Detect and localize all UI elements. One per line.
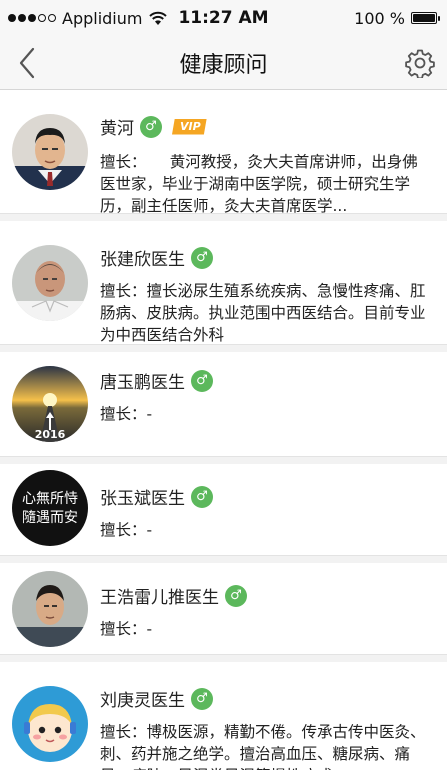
male-gender-icon: ♂ xyxy=(191,369,213,392)
doctor-card[interactable]: 王浩雷儿推医生 ♂ 擅长：- xyxy=(0,563,447,655)
male-gender-icon: ♂ xyxy=(191,687,213,710)
doctor-name-row: 张建欣医生 ♂ xyxy=(100,245,433,270)
male-gender-icon: ♂ xyxy=(191,485,213,508)
wifi-icon xyxy=(149,11,168,25)
battery-icon xyxy=(411,12,440,24)
doctor-name: 唐玉鹏医生 xyxy=(100,373,185,393)
doctor-avatar xyxy=(12,245,88,321)
status-left: Applidium xyxy=(8,9,168,28)
specialty-label: 擅长： xyxy=(100,405,147,423)
doctor-specialty: 擅长：博极医源，精勤不倦。传承古传中医灸、刺、药并施之绝学。擅治高血压、糖尿病、… xyxy=(100,721,433,770)
doctor-info: 王浩雷儿推医生 ♂ 擅长：- xyxy=(100,571,447,654)
specialty-text: 擅长泌尿生殖系统疾病、急慢性疼痛、肛肠病、皮肤病。执业范围中西医结合。目前专业为… xyxy=(100,282,426,344)
chevron-left-icon xyxy=(19,47,35,78)
battery-percentage: 100 % xyxy=(354,8,405,28)
specialty-label: 擅长： xyxy=(100,723,147,741)
doctor-name: 王浩雷儿推医生 xyxy=(100,588,219,608)
specialty-text: - xyxy=(146,620,153,638)
doctor-info: 张建欣医生 ♂ 擅长：擅长泌尿生殖系统疾病、急慢性疼痛、肛肠病、皮肤病。执业范围… xyxy=(100,245,447,344)
male-gender-icon: ♂ xyxy=(225,584,247,607)
doctor-card[interactable]: 刘庚灵医生 ♂ 擅长：博极医源，精勤不倦。传承古传中医灸、刺、药并施之绝学。擅治… xyxy=(0,662,447,770)
vip-badge: VIP xyxy=(172,118,207,135)
carrier-name: Applidium xyxy=(62,8,143,28)
specialty-text: 博极医源，精勤不倦。传承古传中医灸、刺、药并施之绝学。擅治高血压、糖尿病、痛风、… xyxy=(100,723,426,770)
specialty-text: - xyxy=(146,405,153,423)
male-gender-icon: ♂ xyxy=(140,115,162,138)
doctor-name-row: 唐玉鹏医生 ♂ xyxy=(100,368,433,393)
doctor-name-row: 张玉斌医生 ♂ xyxy=(100,484,433,509)
doctor-name-row: 刘庚灵医生 ♂ xyxy=(100,686,433,711)
doctor-name: 张建欣医生 xyxy=(100,250,185,270)
settings-button[interactable] xyxy=(403,46,437,80)
doctor-card[interactable]: 张建欣医生 ♂ 擅长：擅长泌尿生殖系统疾病、急慢性疼痛、肛肠病、皮肤病。执业范围… xyxy=(0,221,447,345)
doctor-specialty: 擅长：- xyxy=(100,519,433,541)
doctor-card[interactable]: 2016 唐玉鹏医生 ♂ 擅长：- xyxy=(0,352,447,457)
avatar-caption: 2016 xyxy=(35,428,66,441)
avatar-caption-line-1: 心無所恃 xyxy=(22,491,78,507)
navigation-bar: 健康顾问 xyxy=(0,36,447,90)
doctor-name: 张玉斌医生 xyxy=(100,489,185,509)
doctor-specialty: 擅长：- xyxy=(100,403,433,425)
doctor-avatar: 心無所恃 隨遇而安 xyxy=(12,470,88,546)
doctor-info: 唐玉鹏医生 ♂ 擅长：- xyxy=(100,366,447,456)
doctor-card[interactable]: 黄河 ♂ VIP 擅长： 黄河教授，灸大夫首席讲师，出身佛医世家，毕业于湖南中医… xyxy=(0,90,447,215)
specialty-label: 擅长： xyxy=(100,282,147,300)
doctor-specialty: 擅长：擅长泌尿生殖系统疾病、急慢性疼痛、肛肠病、皮肤病。执业范围中西医结合。目前… xyxy=(100,280,433,346)
battery-fill xyxy=(413,14,435,22)
specialty-label: 擅长： xyxy=(100,521,147,539)
doctor-list: 黄河 ♂ VIP 擅长： 黄河教授，灸大夫首席讲师，出身佛医世家，毕业于湖南中医… xyxy=(0,90,447,770)
doctor-avatar xyxy=(12,686,88,762)
doctor-card[interactable]: 心無所恃 隨遇而安 张玉斌医生 ♂ 擅长：- xyxy=(0,464,447,556)
specialty-text: - xyxy=(146,521,153,539)
status-right: 100 % xyxy=(354,8,440,28)
doctor-specialty: 擅长： 黄河教授，灸大夫首席讲师，出身佛医世家，毕业于湖南中医学院，硕士研究生学… xyxy=(100,151,433,217)
doctor-info: 张玉斌医生 ♂ 擅长：- xyxy=(100,470,447,555)
male-gender-icon: ♂ xyxy=(191,246,213,269)
doctor-info: 黄河 ♂ VIP 擅长： 黄河教授，灸大夫首席讲师，出身佛医世家，毕业于湖南中医… xyxy=(100,114,447,215)
doctor-name: 黄河 xyxy=(100,119,134,139)
back-button[interactable] xyxy=(10,46,44,80)
doctor-avatar xyxy=(12,571,88,647)
specialty-label: 擅长： xyxy=(100,620,147,638)
page-title: 健康顾问 xyxy=(179,52,268,78)
doctor-avatar xyxy=(12,114,88,190)
doctor-info: 刘庚灵医生 ♂ 擅长：博极医源，精勤不倦。传承古传中医灸、刺、药并施之绝学。擅治… xyxy=(100,686,447,770)
specialty-text: 黄河教授，灸大夫首席讲师，出身佛医世家，毕业于湖南中医学院，硕士研究生学历，副主… xyxy=(100,153,418,215)
specialty-label: 擅长： xyxy=(100,153,139,171)
doctor-name: 刘庚灵医生 xyxy=(100,691,185,711)
gear-icon xyxy=(405,49,435,78)
signal-strength-icon xyxy=(8,14,56,22)
status-bar: Applidium 11:27 AM 100 % xyxy=(0,0,447,36)
doctor-specialty: 擅长：- xyxy=(100,618,433,640)
doctor-avatar: 2016 xyxy=(12,366,88,442)
avatar-caption-line-2: 隨遇而安 xyxy=(22,510,78,526)
doctor-name-row: 黄河 ♂ VIP xyxy=(100,114,433,139)
doctor-name-row: 王浩雷儿推医生 ♂ xyxy=(100,583,433,608)
